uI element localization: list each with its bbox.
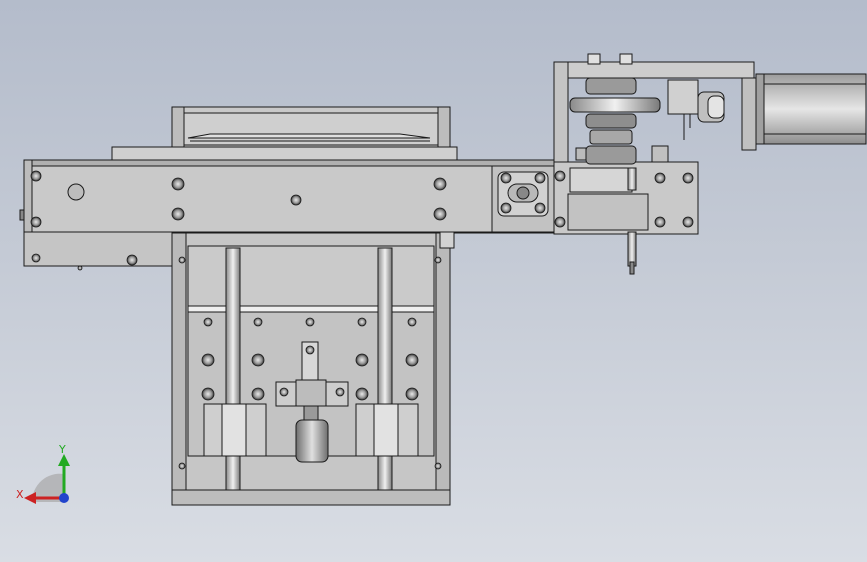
bolt-head: [433, 207, 447, 221]
bolt-head: [500, 172, 512, 184]
bolt-head: [201, 353, 215, 367]
bolt-head: [357, 317, 367, 327]
bolt-head: [355, 353, 369, 367]
bolt-head: [253, 317, 263, 327]
bolt-head: [534, 172, 546, 184]
bolt-head: [407, 317, 417, 327]
mechanical-assembly-drawing: [19, 53, 867, 506]
bolt-head: [31, 253, 41, 263]
cad-viewport[interactable]: X Y: [0, 0, 867, 562]
bolt-head: [171, 177, 185, 191]
bolt-head: [405, 353, 419, 367]
bolt-head: [335, 387, 345, 397]
x-axis-label: X: [16, 488, 24, 501]
right-frame: [553, 61, 757, 275]
bolt-head: [201, 387, 215, 401]
bolt-head: [434, 256, 442, 264]
bolt-head: [251, 353, 265, 367]
bolt-head: [251, 387, 265, 401]
coordinate-triad: [24, 454, 70, 504]
bolt-head: [682, 172, 694, 184]
servo-motor: [755, 73, 867, 145]
bolt-head: [279, 387, 289, 397]
bolt-head: [355, 387, 369, 401]
bolt-head: [534, 202, 546, 214]
bolt-head: [30, 216, 42, 228]
bolt-head: [405, 387, 419, 401]
bolt-head: [500, 202, 512, 214]
bolt-head: [77, 265, 83, 271]
bolt-head: [203, 317, 213, 327]
z-axis-dot: [59, 493, 69, 503]
bolt-head: [433, 177, 447, 191]
bolt-head: [171, 207, 185, 221]
bolt-head: [554, 216, 566, 228]
bolt-head: [30, 170, 42, 182]
top-cover-plate: [171, 106, 451, 150]
bolt-head: [290, 194, 302, 206]
sensor-bracket: [667, 79, 725, 140]
bolt-head: [305, 345, 315, 355]
bolt-head: [305, 317, 315, 327]
bolt-head: [126, 254, 138, 266]
bolt-head: [554, 170, 566, 182]
beam-hole: [67, 183, 85, 201]
bolt-head: [654, 172, 666, 184]
bolt-head: [682, 216, 694, 228]
bolt-head: [434, 462, 442, 470]
bolt-head: [654, 216, 666, 228]
bolt-head: [178, 462, 186, 470]
bolt-head: [178, 256, 186, 264]
